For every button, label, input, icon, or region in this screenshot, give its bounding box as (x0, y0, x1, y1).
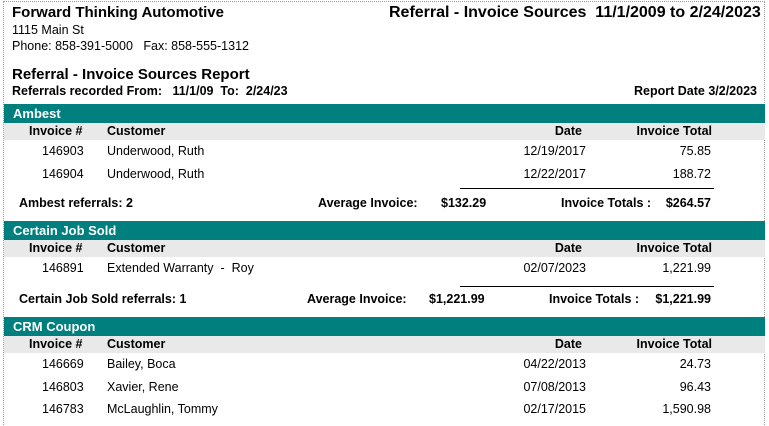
customer-name: Underwood, Ruth (107, 144, 205, 158)
invoice-date: 02/07/2023 (523, 261, 586, 275)
invoice-totals-value: $1,221.99 (655, 291, 711, 306)
column-date-header: Date (554, 241, 582, 255)
average-invoice-value: $1,221.99 (429, 291, 485, 306)
report-name: Referral - Invoice Sources Report (12, 66, 250, 83)
invoice-total: 75.85 (679, 144, 711, 158)
invoice-total: 1,221.99 (662, 261, 711, 275)
invoice-number: 146803 (42, 379, 84, 394)
column-date-header: Date (554, 124, 582, 138)
invoice-date: 07/08/2013 (523, 379, 586, 394)
invoice-number: 146903 (42, 144, 84, 158)
column-total-header: Invoice Total (636, 337, 712, 351)
invoice-total: 24.73 (679, 357, 711, 371)
invoice-totals-label: Invoice Totals : (549, 291, 640, 306)
column-header-row: Invoice # Customer Date Invoice Total (4, 240, 765, 257)
column-invoice-header: Invoice # (29, 124, 83, 138)
company-phone-fax: Phone: 858-391-5000 Fax: 858-555-1312 (12, 39, 249, 53)
customer-name: Bailey, Boca (107, 357, 176, 371)
column-total-header: Invoice Total (636, 241, 712, 255)
invoice-total: 1,590.98 (662, 402, 711, 416)
invoice-number: 146904 (42, 166, 84, 181)
table-row: 146669 Bailey, Boca 04/22/2013 24.73 (4, 353, 765, 376)
customer-name: Underwood, Ruth (107, 166, 205, 181)
invoice-date: 02/17/2015 (523, 402, 586, 416)
column-customer-header: Customer (107, 124, 166, 138)
section-header: Certain Job Sold (4, 221, 765, 240)
average-invoice-label: Average Invoice: (307, 291, 407, 306)
invoice-totals-label: Invoice Totals : (561, 196, 652, 210)
invoice-date: 12/19/2017 (523, 144, 586, 158)
company-name: Forward Thinking Automotive (12, 4, 224, 21)
section-ambest: Ambest Invoice # Customer Date Invoice T… (4, 104, 765, 213)
report-date: Report Date 3/2/2023 (634, 84, 757, 98)
column-invoice-header: Invoice # (29, 337, 83, 351)
invoice-number: 146891 (42, 261, 84, 275)
invoice-number: 146669 (42, 357, 84, 371)
column-invoice-header: Invoice # (29, 241, 83, 255)
section-certain-job-sold: Certain Job Sold Invoice # Customer Date… (4, 221, 765, 309)
table-row: 146891 Extended Warranty - Roy 02/07/202… (4, 257, 765, 280)
invoice-total: 96.43 (679, 379, 711, 394)
column-total-header: Invoice Total (636, 124, 712, 138)
section-summary: Certain Job Sold referrals: 1 Average In… (4, 289, 765, 309)
subtotal-rule (4, 285, 765, 287)
invoice-date: 12/22/2017 (523, 166, 586, 181)
section-summary: Ambest referrals: 2 Average Invoice: $13… (4, 193, 765, 213)
table-row: 146783 McLaughlin, Tommy 02/17/2015 1,59… (4, 398, 765, 421)
table-row: 146904 Underwood, Ruth 12/22/2017 188.72 (4, 163, 765, 186)
column-customer-header: Customer (107, 241, 166, 255)
referrals-recorded-range: Referrals recorded From: 11/1/09 To: 2/2… (12, 84, 288, 98)
subtotal-rule (4, 188, 765, 189)
section-header: CRM Coupon (4, 317, 765, 336)
invoice-date: 04/22/2013 (523, 357, 586, 371)
average-invoice-value: $132.29 (441, 196, 487, 210)
table-row: 146903 Underwood, Ruth 12/19/2017 75.85 (4, 140, 765, 163)
invoice-total: 188.72 (672, 166, 711, 181)
customer-name: Xavier, Rene (107, 379, 179, 394)
column-header-row: Invoice # Customer Date Invoice Total (4, 336, 765, 353)
section-crm-coupon: CRM Coupon Invoice # Customer Date Invoi… (4, 317, 765, 421)
company-address: 1115 Main St (12, 23, 84, 37)
column-header-row: Invoice # Customer Date Invoice Total (4, 123, 765, 140)
customer-name: McLaughlin, Tommy (107, 402, 218, 416)
report-title: Referral - Invoice Sources 11/1/2009 to … (389, 4, 761, 21)
invoice-number: 146783 (42, 402, 84, 416)
column-customer-header: Customer (107, 337, 166, 351)
invoice-totals-value: $264.57 (665, 196, 711, 210)
column-date-header: Date (554, 337, 582, 351)
referral-count: Certain Job Sold referrals: 1 (19, 291, 187, 306)
average-invoice-label: Average Invoice: (318, 196, 418, 210)
table-row: 146803 Xavier, Rene 07/08/2013 96.43 (4, 376, 765, 399)
customer-name: Extended Warranty - Roy (107, 261, 254, 275)
referral-count: Ambest referrals: 2 (19, 196, 133, 210)
section-header: Ambest (4, 104, 765, 123)
